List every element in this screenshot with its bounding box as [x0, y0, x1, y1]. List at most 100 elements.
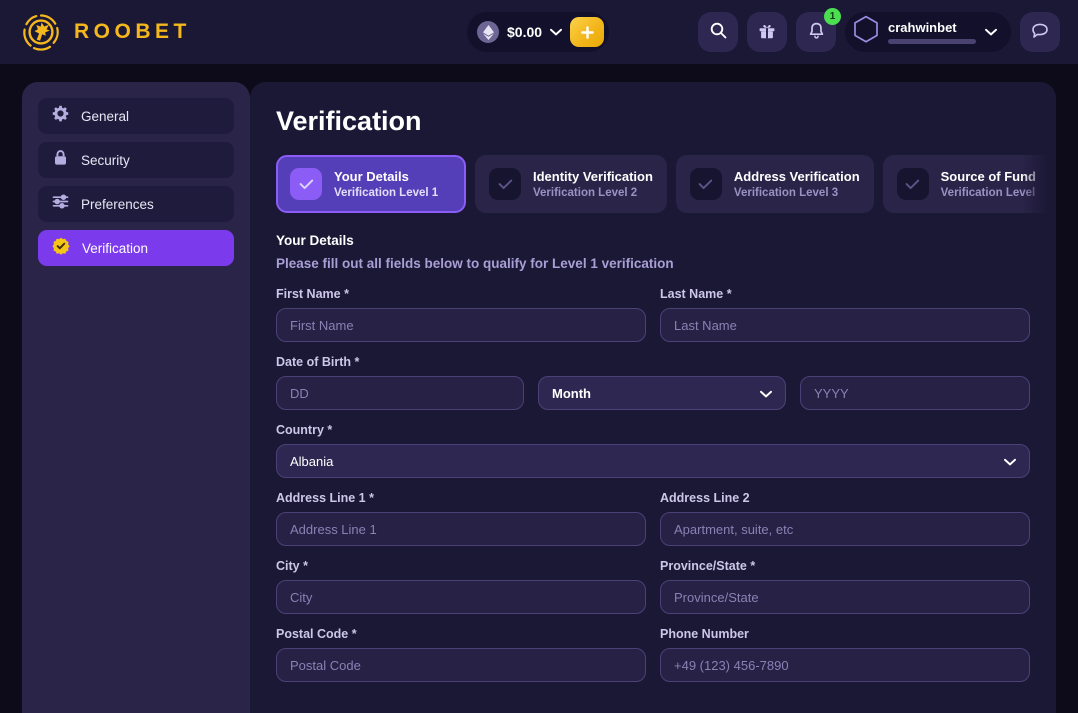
page-title: Verification: [276, 106, 422, 136]
chevron-down-icon[interactable]: [985, 23, 997, 41]
username: crahwinbet: [888, 20, 957, 35]
sidebar-item-preferences[interactable]: Preferences: [38, 186, 234, 222]
postal-row: Postal Code * Phone Number: [276, 627, 1030, 682]
tab-subtitle: Verification Level: [940, 187, 1036, 199]
verification-level-tabs: Your Details Verification Level 1 Identi…: [276, 155, 1056, 213]
section-subtitle: Please fill out all fields below to qual…: [276, 256, 674, 271]
address2-input[interactable]: [660, 512, 1030, 546]
gift-icon: [758, 22, 776, 43]
sliders-icon: [52, 193, 69, 215]
ethereum-icon: [477, 21, 499, 43]
hexagon-avatar-icon: [853, 15, 879, 49]
check-badge-icon: [52, 237, 70, 260]
city-row: City * Province/State *: [276, 559, 1030, 614]
country-label: Country *: [276, 423, 333, 437]
address2-field: Address Line 2: [660, 491, 1030, 546]
city-field: City *: [276, 559, 646, 614]
gear-icon: [52, 105, 69, 127]
city-input[interactable]: [276, 580, 646, 614]
tab-subtitle: Verification Level 1: [334, 187, 439, 199]
verification-panel: Verification Your Details Verification L…: [250, 82, 1056, 713]
user-meta: crahwinbet: [888, 20, 976, 44]
last-name-input[interactable]: [660, 308, 1030, 342]
sidebar-item-label: General: [81, 108, 130, 124]
sidebar-item-verification[interactable]: Verification: [38, 230, 234, 266]
postal-code-field: Postal Code *: [276, 627, 646, 682]
sidebar-item-label: Preferences: [81, 196, 154, 212]
phone-field: Phone Number: [660, 627, 1030, 682]
tab-subtitle: Verification Level 2: [533, 187, 638, 199]
dob-day-input[interactable]: [276, 376, 524, 410]
settings-sidebar: General Security Preferences Verificatio…: [22, 82, 250, 713]
notifications-button[interactable]: 1: [796, 8, 841, 52]
chevron-down-icon: [1004, 454, 1016, 469]
last-name-field: Last Name *: [660, 287, 1030, 342]
dob-month-select[interactable]: Month: [538, 376, 786, 410]
name-row: First Name * Last Name *: [276, 287, 1030, 342]
section-title: Your Details: [276, 233, 354, 248]
tab-title: Source of Fund: [940, 169, 1036, 184]
check-icon: [290, 168, 322, 200]
tab-your-details[interactable]: Your Details Verification Level 1: [276, 155, 466, 213]
postal-code-label: Postal Code *: [276, 627, 357, 641]
brand[interactable]: ROOBET: [22, 13, 191, 51]
top-header: ROOBET $0.00 1 crahwinbet: [0, 0, 1078, 64]
brand-name: ROOBET: [74, 20, 191, 43]
country-value: Albania: [290, 453, 334, 469]
phone-input[interactable]: [660, 648, 1030, 682]
address1-input[interactable]: [276, 512, 646, 546]
last-name-label: Last Name *: [660, 287, 732, 301]
dob-month-value: Month: [552, 385, 591, 401]
dob-month-wrap: Month: [538, 376, 786, 410]
first-name-label: First Name *: [276, 287, 349, 301]
balance-amount: $0.00: [507, 24, 543, 40]
lock-icon: [52, 149, 69, 171]
search-icon: [710, 22, 727, 42]
dob-day-wrap: [276, 376, 524, 410]
postal-code-input[interactable]: [276, 648, 646, 682]
search-button[interactable]: [698, 12, 738, 52]
chat-button[interactable]: [1020, 12, 1060, 52]
roobet-kangaroo-logo-icon: [22, 13, 60, 51]
province-label: Province/State *: [660, 559, 756, 573]
address1-field: Address Line 1 *: [276, 491, 646, 546]
country-select[interactable]: Albania: [276, 444, 1030, 478]
dob-year-input[interactable]: [800, 376, 1030, 410]
address2-label: Address Line 2: [660, 491, 750, 505]
tab-subtitle: Verification Level 3: [733, 187, 839, 199]
check-icon: [896, 168, 929, 200]
tab-identity-verification[interactable]: Identity Verification Verification Level…: [475, 155, 667, 213]
province-field: Province/State *: [660, 559, 1030, 614]
sidebar-item-general[interactable]: General: [38, 98, 234, 134]
header-actions: 1 crahwinbet: [698, 8, 1060, 52]
address1-label: Address Line 1 *: [276, 491, 374, 505]
dob-field: Date of Birth * Month: [276, 355, 1030, 410]
balance-widget[interactable]: $0.00: [467, 12, 610, 52]
check-icon: [489, 168, 521, 200]
dob-label: Date of Birth *: [276, 355, 360, 369]
chevron-down-icon: [760, 386, 772, 401]
sidebar-item-security[interactable]: Security: [38, 142, 234, 178]
province-input[interactable]: [660, 580, 1030, 614]
city-label: City *: [276, 559, 308, 573]
rewards-button[interactable]: [747, 12, 787, 52]
tab-title: Your Details: [334, 169, 409, 184]
user-menu[interactable]: crahwinbet: [845, 12, 1011, 52]
check-icon: [689, 168, 722, 200]
tab-address-verification[interactable]: Address Verification Verification Level …: [675, 155, 874, 213]
country-field: Country * Albania: [276, 423, 1030, 478]
tab-title: Address Verification: [733, 169, 860, 184]
address-row: Address Line 1 * Address Line 2: [276, 491, 1030, 546]
sidebar-item-label: Security: [81, 152, 130, 168]
tab-source-of-funds[interactable]: Source of Fund Verification Level: [882, 155, 1056, 213]
phone-label: Phone Number: [660, 627, 749, 641]
bell-icon: [808, 22, 825, 43]
first-name-field: First Name *: [276, 287, 646, 342]
first-name-input[interactable]: [276, 308, 646, 342]
sidebar-item-label: Verification: [82, 240, 149, 256]
tab-title: Identity Verification: [533, 169, 653, 184]
chevron-down-icon[interactable]: [550, 23, 563, 41]
chat-bubble-icon: [1031, 22, 1049, 43]
deposit-button[interactable]: [570, 17, 605, 47]
notification-badge: 1: [824, 8, 841, 25]
